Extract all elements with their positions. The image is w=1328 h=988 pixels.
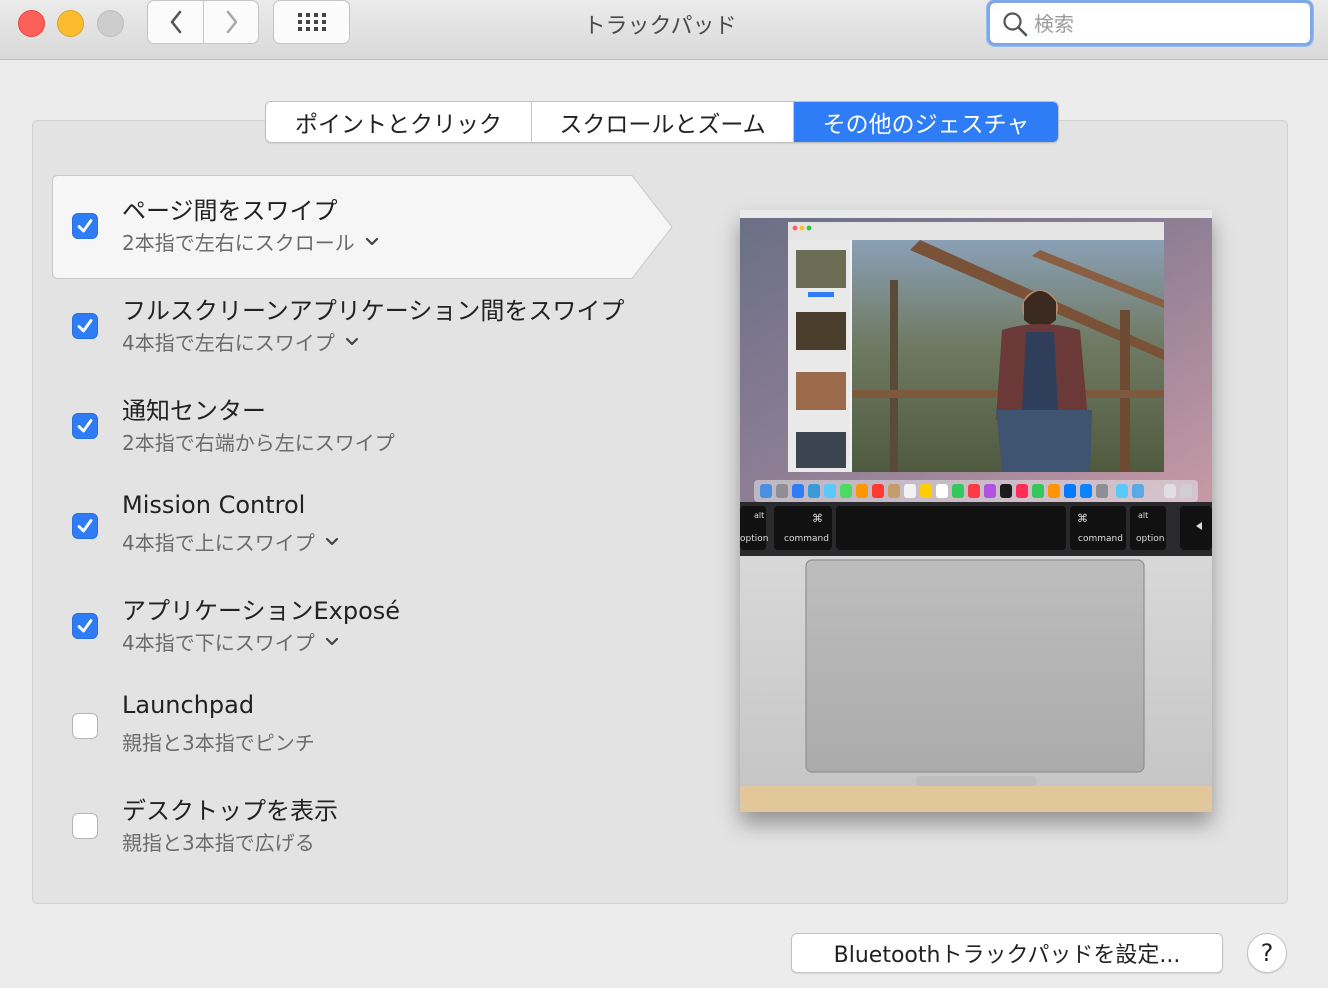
navigation-buttons [147, 0, 259, 44]
chevron-down-icon [345, 337, 358, 345]
key-option-right: option [1136, 534, 1164, 544]
checkmark-icon [77, 619, 93, 633]
gesture-subtitle: 親指と3本指でピンチ [122, 731, 315, 755]
gesture-option-menu[interactable]: 4本指で上にスワイプ [122, 527, 339, 556]
gesture-subtitle-row: 親指と3本指でピンチ [122, 727, 315, 756]
checkmark-icon [77, 519, 93, 533]
checkmark-icon [77, 219, 93, 233]
gesture-item-notification-center[interactable]: 通知センター 2本指で右端から左にスワイプ [52, 375, 672, 479]
key-alt-left: alt [754, 511, 764, 520]
gesture-title: フルスクリーンアプリケーション間をスワイプ [122, 297, 625, 325]
tab-scroll-and-zoom[interactable]: スクロールとズーム [532, 102, 794, 142]
checkbox[interactable] [72, 613, 98, 639]
checkmark-icon [77, 419, 93, 433]
forward-button[interactable] [204, 1, 258, 43]
gesture-title: デスクトップを表示 [122, 797, 338, 825]
gesture-title: ページ間をスワイプ [122, 197, 338, 225]
setup-bluetooth-trackpad-button[interactable]: Bluetoothトラックパッドを設定... [791, 933, 1223, 973]
checkbox[interactable] [72, 713, 98, 739]
gesture-title: 通知センター [122, 397, 266, 425]
key-command-right: command [1078, 534, 1123, 544]
gesture-title: アプリケーションExposé [122, 597, 401, 625]
checkmark-icon [77, 319, 93, 333]
key-cmd-symbol-left: ⌘ [812, 512, 823, 525]
chevron-down-icon [325, 637, 338, 645]
gesture-item-app-expose[interactable]: アプリケーションExposé 4本指で下にスワイプ [52, 575, 672, 679]
minimize-window-button[interactable] [57, 10, 84, 37]
gesture-item-swipe-between-pages[interactable]: ページ間をスワイプ 2本指で左右にスクロール [52, 175, 673, 279]
tab-more-gestures[interactable]: その他のジェスチャ [794, 102, 1058, 142]
key-alt-right: alt [1138, 511, 1148, 520]
gesture-item-show-desktop[interactable]: デスクトップを表示 親指と3本指で広げる [52, 775, 672, 879]
help-button[interactable]: ? [1247, 933, 1287, 973]
key-option-left: option [740, 534, 768, 544]
grid-icon [297, 13, 326, 31]
gesture-subtitle: 親指と3本指で広げる [122, 831, 315, 855]
checkbox[interactable] [72, 213, 98, 239]
checkbox[interactable] [72, 813, 98, 839]
checkbox[interactable] [72, 313, 98, 339]
gesture-item-launchpad[interactable]: Launchpad 親指と3本指でピンチ [52, 675, 672, 779]
zoom-window-button [97, 10, 124, 37]
chevron-down-icon [325, 537, 338, 545]
title-bar: トラックパッド [0, 0, 1328, 60]
gesture-option-menu[interactable]: 4本指で下にスワイプ [122, 627, 339, 656]
show-all-button[interactable] [273, 0, 350, 44]
gesture-item-swipe-fullscreen-apps[interactable]: フルスクリーンアプリケーション間をスワイプ 4本指で左右にスワイプ [52, 275, 672, 379]
search-field[interactable] [987, 0, 1313, 46]
checkbox[interactable] [72, 413, 98, 439]
close-window-button[interactable] [18, 10, 45, 37]
gesture-subtitle: 2本指で右端から左にスワイプ [122, 431, 395, 455]
gesture-subtitle-row: 2本指で右端から左にスワイプ [122, 427, 395, 456]
tab-point-and-click[interactable]: ポイントとクリック [266, 102, 532, 142]
search-icon [1003, 12, 1028, 37]
gesture-option-menu[interactable]: 4本指で左右にスワイプ [122, 327, 359, 356]
back-button[interactable] [148, 1, 204, 43]
gesture-title: Mission Control [122, 491, 306, 519]
gesture-subtitle-row: 親指と3本指で広げる [122, 827, 315, 856]
checkbox[interactable] [72, 513, 98, 539]
tab-bar: ポイントとクリック スクロールとズーム その他のジェスチャ [265, 101, 1059, 143]
chevron-left-icon [170, 10, 181, 34]
gesture-subtitle: 4本指で下にスワイプ [122, 631, 315, 655]
key-cmd-symbol-right: ⌘ [1077, 512, 1088, 525]
gesture-option-menu[interactable]: 2本指で左右にスクロール [122, 227, 379, 256]
chevron-down-icon [365, 237, 378, 245]
gesture-title: Launchpad [122, 691, 255, 719]
gesture-subtitle: 4本指で上にスワイプ [122, 531, 315, 555]
gesture-subtitle: 4本指で左右にスワイプ [122, 331, 335, 355]
gesture-item-mission-control[interactable]: Mission Control 4本指で上にスワイプ [52, 475, 672, 579]
gesture-preview-image: alt option ⌘ command ⌘ command alt optio… [740, 210, 1212, 812]
gesture-subtitle: 2本指で左右にスクロール [122, 231, 355, 255]
key-command-left: command [784, 534, 829, 544]
chevron-right-icon [226, 10, 237, 34]
search-input[interactable] [1032, 9, 1296, 39]
macbook-preview-illustration: alt option ⌘ command ⌘ command alt optio… [740, 210, 1212, 812]
window-title: トラックパッド [583, 14, 737, 39]
